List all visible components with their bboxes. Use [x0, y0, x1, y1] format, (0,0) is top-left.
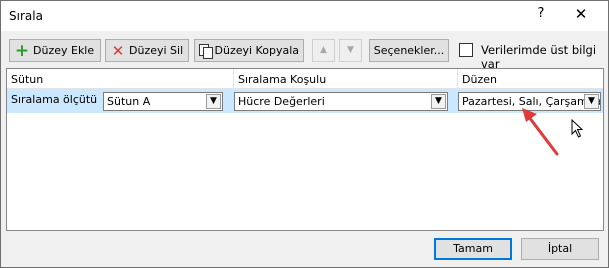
cancel-button[interactable]: İptal [521, 238, 599, 260]
mouse-cursor-icon [571, 119, 584, 138]
annotation-arrow [522, 108, 559, 156]
ok-button[interactable]: Tamam [434, 238, 512, 260]
sort-dialog: Sırala ? ✕ + Düzey Ekle ✕ Düzeyi Sil Düz… [0, 0, 609, 268]
